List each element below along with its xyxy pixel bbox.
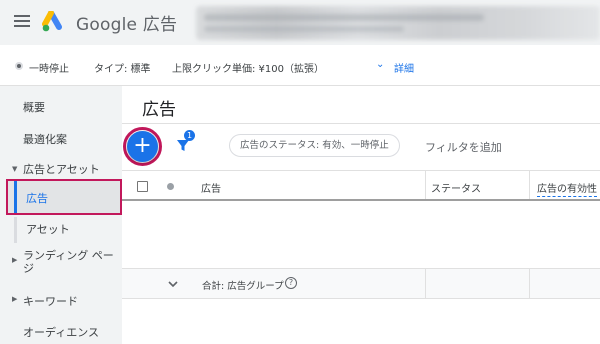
page-title: 広告 [142,100,176,120]
collapse-triangle-icon[interactable]: ▶ [12,295,17,303]
status-dot-icon [167,183,174,190]
filter-count-badge: 1 [184,130,195,141]
details-link[interactable]: 詳細 [394,60,414,75]
sidebar-item-audiences[interactable]: オーディエンス [23,324,99,340]
column-divider [529,171,530,199]
table-header: 広告 ステータス 広告の有効性 [122,170,600,201]
menu-icon[interactable] [14,15,30,28]
sidebar-item-ads[interactable]: 広告 [26,190,48,206]
divider [122,123,600,124]
collapse-triangle-icon[interactable]: ▶ [12,256,17,264]
total-label: 合計: 広告グループ [202,281,284,292]
account-info-blurred [196,6,600,40]
help-icon[interactable]: ? [285,277,297,289]
chevron-down-icon[interactable]: ⌄ [376,59,384,70]
type-text: タイプ: 標準 [94,64,151,75]
column-header-ad[interactable]: 広告 [201,180,221,195]
sub-indicator [14,217,17,243]
column-header-ad-strength[interactable]: 広告の有効性 [537,180,597,197]
chevron-down-icon[interactable] [167,278,179,290]
column-header-status[interactable]: ステータス [431,180,481,195]
sidebar-item-recommendations[interactable]: 最適化案 [23,131,67,147]
paused-status-icon [15,62,23,70]
table-body-empty [122,201,600,268]
status-text: 一時停止 [29,64,69,75]
column-divider [425,269,426,298]
campaign-settings-bar: 一時停止 タイプ: 標準 上限クリック単価: ¥100（拡張） ⌄ 詳細 [0,45,600,86]
sidebar-item-keywords[interactable]: キーワード [23,293,78,309]
select-all-checkbox[interactable] [137,181,148,192]
sidebar-highlight-box [6,179,122,215]
column-divider [425,171,426,199]
sidebar-nav: 概要 最適化案 ▼ 広告とアセット 広告 アセット ▶ ランディング ページ ▶… [0,86,122,344]
sidebar-item-overview[interactable]: 概要 [23,99,45,115]
main-content: 広告 + 1 広告のステータス: 有効、一時停止 フィルタを追加 広告 ステータ… [122,86,600,344]
sidebar-item-ads-assets[interactable]: 広告とアセット [23,161,100,177]
google-ads-logo-icon [42,11,62,32]
brand-title: Google 広告 [76,15,178,35]
sidebar-item-landing-pages[interactable]: ランディング ページ [23,249,121,275]
expand-triangle-icon[interactable]: ▼ [12,165,17,173]
total-row: 合計: 広告グループ ? [122,268,600,299]
app-bar: Google 広告 [0,0,600,45]
sidebar-item-assets[interactable]: アセット [26,221,70,237]
active-indicator [14,181,17,213]
status-filter-chip[interactable]: 広告のステータス: 有効、一時停止 [229,134,400,157]
max-cpc-text: 上限クリック単価: ¥100（拡張） [172,64,324,75]
add-filter-button[interactable]: フィルタを追加 [425,139,502,155]
add-ad-button[interactable]: + [127,131,158,162]
column-divider [529,269,530,298]
